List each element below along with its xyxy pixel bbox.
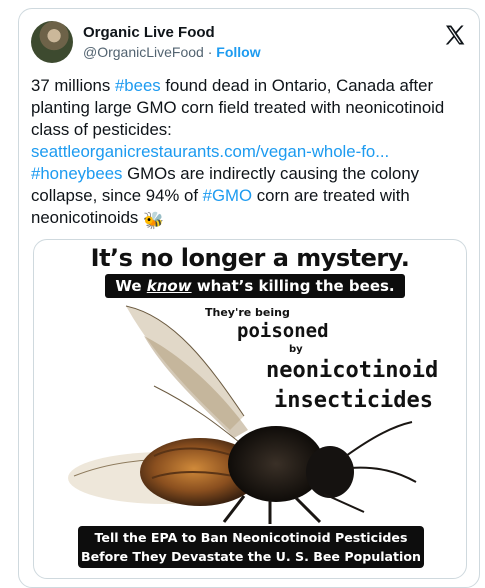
banner-line-2: Before They Devastate the U. S. Bee Popu… bbox=[80, 549, 421, 564]
x-logo-icon[interactable] bbox=[443, 23, 467, 47]
tweet-text-part: 37 millions bbox=[31, 76, 115, 95]
tweet-link[interactable]: seattleorganicrestaurants.com/vegan-whol… bbox=[31, 142, 389, 161]
poster-text-by: by bbox=[289, 344, 303, 355]
separator: · bbox=[207, 44, 213, 60]
poster-subtitle-emphasis: know bbox=[146, 277, 192, 295]
banner-line-1: Tell the EPA to Ban Neonicotinoid Pestic… bbox=[94, 530, 408, 545]
tweet-header: Organic Live Food @OrganicLiveFood · Fol… bbox=[31, 21, 467, 65]
hashtag-bees[interactable]: #bees bbox=[115, 76, 161, 95]
hashtag-gmo[interactable]: #GMO bbox=[203, 186, 252, 205]
handle-row: @OrganicLiveFood · Follow bbox=[83, 44, 261, 60]
poster-text-insecticides: insecticides bbox=[274, 388, 433, 413]
bee-emoji-icon: 🐝 bbox=[142, 211, 164, 230]
handle[interactable]: @OrganicLiveFood bbox=[83, 44, 204, 60]
poster-text-neonicotinoid: neonicotinoid bbox=[266, 358, 439, 383]
display-name[interactable]: Organic Live Food bbox=[83, 24, 215, 41]
poster-title: It’s no longer a mystery. bbox=[90, 244, 410, 272]
tweet-text: 37 millions #bees found dead in Ontario,… bbox=[31, 75, 471, 232]
poster-subtitle-part: what’s killing the bees. bbox=[191, 277, 395, 295]
hashtag-honeybees[interactable]: #honeybees bbox=[31, 164, 122, 183]
tweet-media-image[interactable]: It’s no longer a mystery. We know what’s… bbox=[33, 239, 467, 579]
poster-text-being: They're being bbox=[205, 306, 290, 319]
follow-button[interactable]: Follow bbox=[216, 44, 260, 60]
poster-subtitle-part: We bbox=[115, 277, 147, 295]
poster-subtitle-bar: We know what’s killing the bees. bbox=[105, 274, 405, 298]
poster-bottom-banner: Tell the EPA to Ban Neonicotinoid Pestic… bbox=[78, 526, 424, 568]
avatar[interactable] bbox=[31, 21, 73, 63]
tweet-card: Organic Live Food @OrganicLiveFood · Fol… bbox=[18, 8, 480, 588]
poster-text-poisoned: poisoned bbox=[237, 320, 329, 342]
